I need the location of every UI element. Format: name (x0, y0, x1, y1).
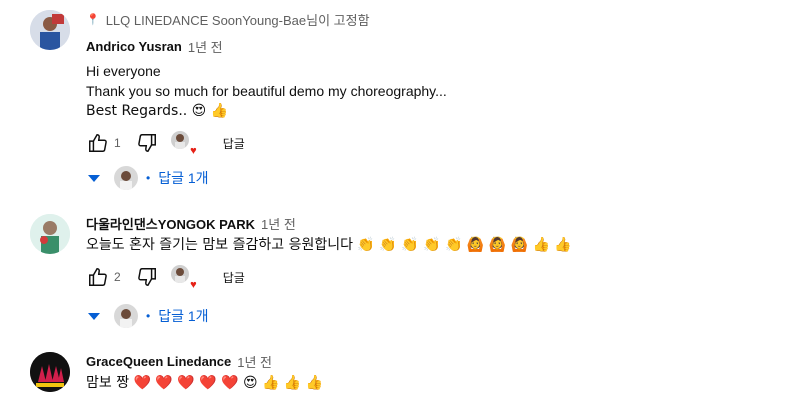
thumb-up-icon (89, 268, 107, 286)
reply-button[interactable]: 답글 (217, 131, 251, 156)
pinned-indicator: 📍 LLQ LINEDANCE SoonYoung-Bae님이 고정함 (86, 10, 784, 28)
comment-line: 오늘도 혼자 즐기는 맘보 즐감하고 응원합니다 👏 👏 👏 👏 👏 🙆 🙆 🙆… (86, 237, 572, 253)
creator-avatar (170, 265, 189, 283)
comment-line: Hi everyone (86, 63, 161, 79)
reply-avatar (114, 304, 138, 328)
comment-text: 오늘도 혼자 즐기는 맘보 즐감하고 응원합니다 👏 👏 👏 👏 👏 🙆 🙆 🙆… (86, 235, 784, 255)
like-count: 1 (114, 136, 121, 150)
comment-time[interactable]: 1년 전 (237, 352, 272, 371)
comment-actions: 1 ♥ 답글 (86, 127, 784, 159)
comment-time[interactable]: 1년 전 (188, 37, 223, 56)
comment-time[interactable]: 1년 전 (261, 214, 296, 233)
view-replies-button[interactable]: • 답글 1개 (88, 301, 209, 331)
replies-label: 답글 1개 (158, 170, 209, 186)
creator-avatar (170, 131, 189, 149)
reply-avatar (114, 166, 138, 190)
comment-text: 맘보 짱 ❤️ ❤️ ❤️ ❤️ ❤️ 😍 👍 👍 👍 (86, 373, 784, 393)
view-replies-button[interactable]: • 답글 1개 (88, 163, 209, 193)
thumb-up-icon (89, 134, 107, 152)
pinned-label: LLQ LINEDANCE SoonYoung-Bae님이 고정함 (105, 12, 370, 28)
avatar[interactable] (30, 352, 70, 392)
chevron-down-icon (88, 174, 100, 182)
comment-line: 맘보 짱 ❤️ ❤️ ❤️ ❤️ ❤️ 😍 👍 👍 👍 (86, 375, 324, 391)
separator-dot: • (146, 171, 151, 185)
creator-heart: ♥ (170, 265, 197, 291)
dislike-button[interactable] (135, 265, 159, 289)
reply-button[interactable]: 답글 (217, 265, 251, 290)
heart-icon: ♥ (190, 279, 197, 291)
replies-label: 답글 1개 (158, 308, 209, 324)
comment-text: Hi everyone Thank you so much for beauti… (86, 61, 784, 121)
comment-author[interactable]: Andrico Yusran (86, 39, 182, 54)
comment-actions: 2 ♥ 답글 (86, 261, 784, 293)
avatar[interactable] (30, 214, 70, 254)
thumb-down-icon (137, 268, 156, 286)
heart-icon: ♥ (190, 145, 197, 157)
pin-icon: 📍 (86, 13, 100, 26)
like-button[interactable] (86, 265, 110, 289)
like-count: 2 (114, 270, 121, 284)
like-button[interactable] (86, 131, 110, 155)
chevron-down-icon (88, 312, 100, 320)
comment-line: Best Regards.. 😍 👍 (86, 103, 229, 119)
avatar[interactable] (30, 10, 70, 50)
comment-line: Thank you so much for beautiful demo my … (86, 83, 447, 99)
comment-author[interactable]: GraceQueen Linedance (86, 354, 231, 369)
comment-author[interactable]: 다울라인댄스YONGOK PARK (86, 214, 255, 233)
thumb-down-icon (137, 134, 156, 152)
dislike-button[interactable] (135, 131, 159, 155)
separator-dot: • (146, 309, 151, 323)
creator-heart: ♥ (170, 131, 197, 157)
